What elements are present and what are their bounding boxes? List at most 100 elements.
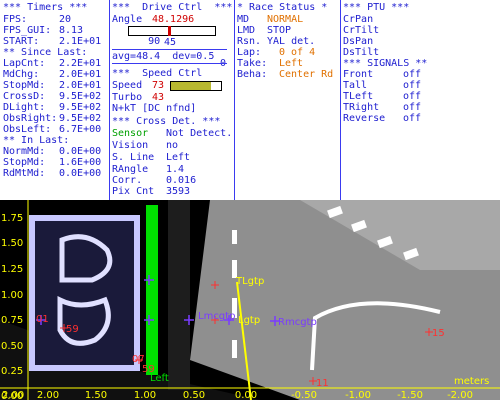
angle-label: Angle [112, 14, 143, 25]
since-label: LapCnt: [3, 58, 46, 69]
race-value: Center Rd [279, 69, 334, 80]
speed-bar [170, 81, 222, 91]
speed-bar-fill [171, 82, 211, 90]
cross-value: no [166, 140, 179, 151]
rmcgtp-label: Rmcgtp [278, 317, 317, 328]
speed-value: 73 [152, 80, 165, 91]
since-value: 9.5E+02 [59, 102, 102, 113]
signal-tleft: TLeft off [343, 91, 421, 102]
fps-gui-row: FPS_GUI: 8.13 [3, 25, 83, 36]
x-tick-label: 2.00 [2, 390, 24, 400]
fps-value: 20 [59, 14, 72, 25]
y-tick-label: 0.50 [1, 341, 23, 352]
angle-slider[interactable] [128, 26, 216, 36]
x-tick-label: 1.00 [134, 390, 156, 400]
race-label: Beha: [237, 69, 268, 80]
signal-value: off [403, 113, 422, 124]
drive-column: *** Drive Ctrl *** Angle48.1296 90 0 45 … [109, 0, 234, 200]
lane-dash [232, 230, 237, 244]
cross-value: 1.4 [166, 164, 185, 175]
signal-tright: TRight off [343, 102, 421, 113]
cross-label: Vision [112, 140, 149, 151]
marker-label: 11 [316, 378, 329, 389]
marker-label: 59 [66, 324, 79, 335]
divider [112, 49, 227, 50]
since-label: StopMd: [3, 80, 46, 91]
since-label: CrossD: [3, 91, 46, 102]
since-value: 9.5E+02 [59, 113, 102, 124]
since-value: 2.0E+01 [59, 69, 102, 80]
since-row-crossd: CrossD: 9.5E+02 [3, 91, 101, 102]
ptu-header: *** PTU *** [343, 2, 410, 13]
x-tick-label: 2.00 [37, 390, 59, 400]
race-label: MD [237, 14, 250, 25]
y-tick-label: 1.25 [1, 264, 23, 275]
turbo-label: Turbo [112, 92, 143, 103]
speed-label: Speed [112, 80, 143, 91]
x-tick-label: -1.50 [397, 390, 423, 400]
since-value: 6.7E+00 [59, 124, 102, 135]
cross-row-rangle: RAngle 1.4 [112, 164, 184, 175]
signal-value: off [403, 69, 422, 80]
cross-row-sline: S. Line Left [112, 152, 190, 163]
race-label: Lap: [237, 47, 262, 58]
ptu-item-crpan: CrPan [343, 14, 374, 25]
race-label: Take: [237, 58, 268, 69]
drive-header: *** Drive Ctrl *** [112, 2, 233, 13]
speed-header: *** Speed Ctrl [112, 68, 203, 79]
since-row-lapcnt: LapCnt: 2.2E+01 [3, 58, 101, 69]
since-row-stopmd: StopMd: 2.0E+01 [3, 80, 101, 91]
cross-value: 3593 [166, 186, 191, 197]
angle-value: 48.1296 [152, 14, 195, 25]
lane-dash [232, 340, 237, 358]
left-line-label: Left [150, 373, 169, 384]
cross-value: 0.016 [166, 175, 197, 186]
signal-tall: Tall off [343, 80, 421, 91]
lmcgtp-label: Lmcgtp [198, 311, 235, 322]
fps-gui-value: 8.13 [59, 25, 84, 36]
units-label: meters [454, 376, 489, 387]
race-value: Left [279, 58, 304, 69]
since-last-header: ** Since Last: [3, 47, 88, 58]
signal-front: Front off [343, 69, 421, 80]
race-label: Rsn. [237, 36, 262, 47]
since-value: 2.0E+01 [59, 80, 102, 91]
start-label: START: [3, 36, 40, 47]
fps-gui-label: FPS_GUI: [3, 25, 52, 36]
since-label: MdChg: [3, 69, 40, 80]
signals-header: *** SIGNALS ** [343, 58, 428, 69]
detected-left-line [146, 205, 158, 375]
signal-reverse: Reverse off [343, 113, 421, 124]
y-tick-label: 1.00 [1, 290, 23, 301]
race-row-lap: Lap: 0 of 4 [237, 47, 315, 58]
race-row-md: MD NORMAL [237, 14, 303, 25]
slider-min: 90 [148, 36, 161, 47]
ptu-item-dstilt: DsTilt [343, 47, 380, 58]
since-row-mdchg: MdChg: 2.0E+01 [3, 69, 101, 80]
race-label: LMD [237, 25, 256, 36]
in-row-rdmtmd: RdMtMd: 0.0E+00 [3, 168, 101, 179]
since-row-obsleft: ObsLeft: 6.7E+00 [3, 124, 101, 135]
timers-header: *** Timers *** [3, 2, 88, 13]
pole [168, 200, 190, 390]
marker-label: 15 [432, 328, 445, 339]
angle-slider-knob[interactable] [168, 26, 171, 36]
since-label: DLight: [3, 102, 46, 113]
y-tick-label: 1.50 [1, 238, 23, 249]
divider [112, 63, 227, 64]
in-value: 1.6E+00 [59, 157, 102, 168]
in-row-normmd: NormMd: 0.0E+00 [3, 146, 101, 157]
ptu-item-dspan: DsPan [343, 36, 374, 47]
signal-label: TRight [343, 102, 380, 113]
since-value: 9.5E+02 [59, 91, 102, 102]
x-tick-label: -2.00 [447, 390, 473, 400]
since-label: ObsLeft: [3, 124, 52, 135]
in-row-stopmd: StopMd: 1.6E+00 [3, 157, 101, 168]
turbo-row: Turbo 43 [112, 92, 164, 103]
signal-label: Reverse [343, 113, 386, 124]
cross-row-sensor: Sensor Not Detect. [112, 128, 232, 139]
x-tick-label: -0.50 [291, 390, 317, 400]
in-value: 0.0E+00 [59, 168, 102, 179]
cross-row-pixcnt: Pix Cnt 3593 [112, 186, 190, 197]
since-row-obsright: ObsRight: 9.5E+02 [3, 113, 101, 124]
